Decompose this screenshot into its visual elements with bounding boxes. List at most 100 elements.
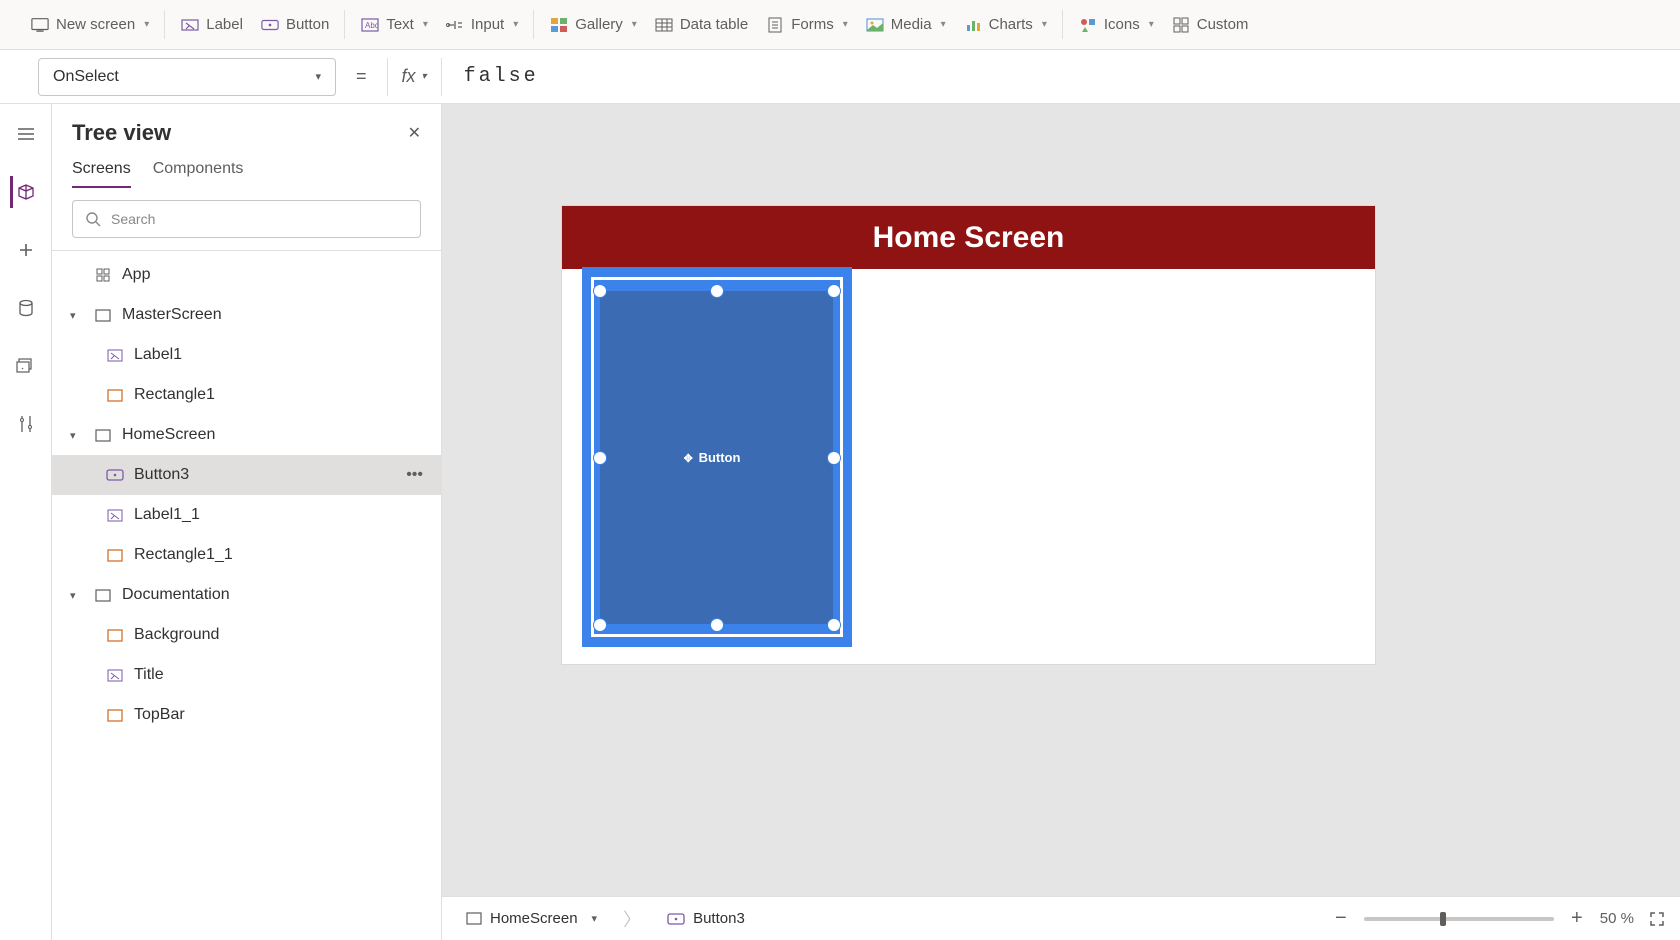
chevron-down-icon: ▾ (843, 19, 848, 30)
chevron-down-icon: ▾ (315, 70, 321, 83)
breadcrumb-control-label: Button3 (693, 910, 745, 927)
resize-handle-ne[interactable] (827, 284, 841, 298)
zoom-slider-thumb[interactable] (1440, 912, 1446, 926)
divider (387, 58, 388, 96)
breadcrumb-separator-icon: 〉 (623, 906, 641, 932)
rectangle-icon (106, 546, 124, 564)
svg-text:Abc: Abc (365, 21, 379, 30)
tree-node-app[interactable]: App (52, 255, 441, 295)
move-cursor-icon: ✥ (684, 452, 693, 465)
chevron-down-icon: ▾ (592, 912, 598, 925)
hamburger-button[interactable] (10, 118, 42, 150)
more-icon[interactable]: ••• (406, 466, 423, 484)
tree-node-rectangle1[interactable]: Rectangle1 (52, 375, 441, 415)
close-icon[interactable]: ✕ (408, 123, 421, 143)
custom-menu-label: Custom (1197, 16, 1249, 33)
resize-handle-s[interactable] (710, 618, 724, 632)
canvas-button-control[interactable]: ✥ Button (600, 291, 833, 624)
data-table-button[interactable]: Data table (655, 16, 748, 34)
insert-button-text: Button (286, 16, 329, 33)
rectangle-icon (106, 706, 124, 724)
zoom-out-button[interactable]: − (1332, 907, 1350, 930)
button-icon (106, 466, 124, 484)
zoom-in-button[interactable]: + (1568, 907, 1586, 930)
insert-label-button[interactable]: Label (181, 16, 243, 34)
tree-view-rail-button[interactable] (10, 176, 42, 208)
icons-menu[interactable]: Icons ▾ (1079, 16, 1154, 34)
tree-node-background[interactable]: Background (52, 615, 441, 655)
input-menu-label: Input (471, 16, 504, 33)
tab-screens[interactable]: Screens (72, 160, 131, 188)
tree-node-title[interactable]: Title (52, 655, 441, 695)
forms-menu[interactable]: Forms ▾ (766, 16, 848, 34)
fit-to-window-icon[interactable] (1648, 910, 1666, 928)
rectangle-icon (106, 386, 124, 404)
chevron-down-icon[interactable]: ▾ (70, 589, 84, 602)
charts-icon (964, 16, 982, 34)
screen-icon (466, 912, 482, 925)
left-rail (0, 104, 52, 940)
media-rail-button[interactable] (10, 350, 42, 382)
breadcrumb-screen[interactable]: HomeScreen ▾ (456, 897, 607, 940)
tree-node-homescreen[interactable]: ▾ HomeScreen (52, 415, 441, 455)
resize-handle-w[interactable] (593, 451, 607, 465)
resize-handle-nw[interactable] (593, 284, 607, 298)
insert-button-button[interactable]: Button (261, 16, 329, 34)
app-icon (94, 266, 112, 284)
search-input[interactable]: Search (72, 200, 421, 238)
chevron-down-icon[interactable]: ▾ (70, 309, 84, 322)
screen-icon (94, 426, 112, 444)
gallery-menu-label: Gallery (575, 16, 623, 33)
zoom-percent: 50 % (1600, 910, 1634, 927)
gallery-menu[interactable]: Gallery ▾ (550, 16, 637, 34)
tree-node-button3[interactable]: Button3 ••• (52, 455, 441, 495)
tree-node-label: App (122, 266, 150, 284)
media-menu[interactable]: Media ▾ (866, 16, 946, 34)
tree-node-documentation[interactable]: ▾ Documentation (52, 575, 441, 615)
search-placeholder: Search (111, 211, 155, 227)
new-screen-menu[interactable]: New screen ▾ (31, 16, 149, 34)
resize-handle-e[interactable] (827, 451, 841, 465)
resize-handle-sw[interactable] (593, 618, 607, 632)
breadcrumb-control[interactable]: Button3 (657, 897, 755, 940)
forms-icon (766, 16, 784, 34)
tree-node-rectangle1_1[interactable]: Rectangle1_1 (52, 535, 441, 575)
zoom-slider[interactable] (1364, 917, 1554, 921)
settings-rail-button[interactable] (10, 408, 42, 440)
screen-header: Home Screen (562, 206, 1375, 269)
tree-node-label: Button3 (134, 466, 189, 484)
data-rail-button[interactable] (10, 292, 42, 324)
tree-node-label1[interactable]: Label1 (52, 335, 441, 375)
insert-label-text: Label (206, 16, 243, 33)
screen-icon (31, 16, 49, 34)
equals-sign: = (356, 66, 367, 87)
media-menu-label: Media (891, 16, 932, 33)
text-icon: Abc (361, 16, 379, 34)
text-menu-label: Text (386, 16, 414, 33)
resize-handle-se[interactable] (827, 618, 841, 632)
add-rail-button[interactable] (10, 234, 42, 266)
new-screen-label: New screen (56, 16, 135, 33)
custom-menu[interactable]: Custom (1172, 16, 1249, 34)
fx-text: fx (402, 66, 416, 87)
icons-icon (1079, 16, 1097, 34)
chevron-down-icon[interactable]: ▾ (70, 429, 84, 442)
custom-icon (1172, 16, 1190, 34)
tree-node-masterscreen[interactable]: ▾ MasterScreen (52, 295, 441, 335)
rectangle-icon (106, 626, 124, 644)
data-table-icon (655, 16, 673, 34)
tree-node-label1_1[interactable]: Label1_1 (52, 495, 441, 535)
chevron-down-icon: ▾ (1149, 19, 1154, 30)
fx-button[interactable]: fx ▾ (402, 66, 427, 87)
tree-node-topbar[interactable]: TopBar (52, 695, 441, 735)
canvas-area[interactable]: Home Screen ✥ Button HomeScreen ▾ (442, 104, 1680, 940)
input-menu[interactable]: Input ▾ (446, 16, 518, 34)
status-bar: HomeScreen ▾ 〉 Button3 − + 50 % (442, 896, 1680, 940)
resize-handle-n[interactable] (710, 284, 724, 298)
tab-components[interactable]: Components (153, 160, 244, 188)
property-dropdown[interactable]: OnSelect ▾ (38, 58, 336, 96)
text-menu[interactable]: Abc Text ▾ (361, 16, 428, 34)
chevron-down-icon: ▾ (423, 19, 428, 30)
formula-input[interactable]: false (456, 65, 1660, 88)
charts-menu[interactable]: Charts ▾ (964, 16, 1047, 34)
